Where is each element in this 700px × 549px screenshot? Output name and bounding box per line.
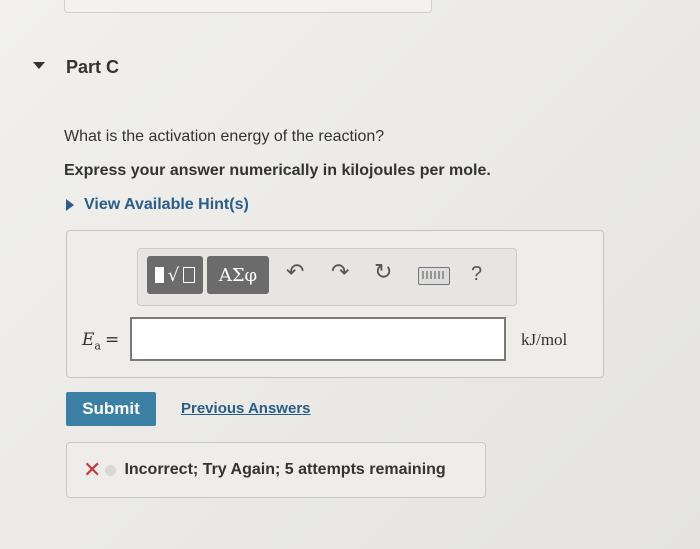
status-dot-icon [105, 464, 117, 476]
answer-input[interactable] [130, 317, 506, 361]
close-x-icon: ✕ [83, 457, 102, 483]
greek-symbols-icon[interactable]: ΑΣφ [207, 256, 269, 294]
undo-icon[interactable]: ↶ [286, 262, 304, 284]
collapse-triangle-icon[interactable] [33, 62, 45, 69]
keyboard-icon[interactable] [418, 267, 450, 285]
help-icon[interactable]: ? [471, 263, 482, 286]
redo-icon[interactable]: ↷ [331, 262, 349, 284]
units-label: kJ/mol [521, 330, 568, 349]
variable-label: Ea = [82, 330, 119, 352]
template-box-icon [183, 267, 196, 283]
feedback-box: ✕ Incorrect; Try Again; 5 attempts remai… [66, 442, 486, 498]
reset-icon[interactable]: ↻ [374, 262, 392, 284]
feedback-text: Incorrect; Try Again; 5 attempts remaini… [124, 461, 446, 478]
variable-subscript: a [94, 339, 101, 353]
previous-part-box [64, 0, 432, 13]
play-triangle-icon [66, 199, 74, 211]
question-instruction: Express your answer numerically in kiloj… [64, 162, 491, 179]
templates-icon[interactable]: √ [147, 256, 203, 294]
view-hints-link[interactable]: View Available Hint(s) [66, 196, 249, 214]
variable-symbol: E [82, 330, 95, 350]
previous-answers-link[interactable]: Previous Answers [181, 400, 311, 417]
question-text: What is the activation energy of the rea… [64, 128, 385, 145]
sqrt-icon: √ [167, 264, 180, 286]
equals-sign: = [104, 330, 120, 350]
submit-button[interactable]: Submit [66, 392, 156, 426]
part-title: Part C [66, 57, 120, 77]
template-block-icon [154, 267, 164, 283]
view-hints-label: View Available Hint(s) [84, 196, 249, 213]
